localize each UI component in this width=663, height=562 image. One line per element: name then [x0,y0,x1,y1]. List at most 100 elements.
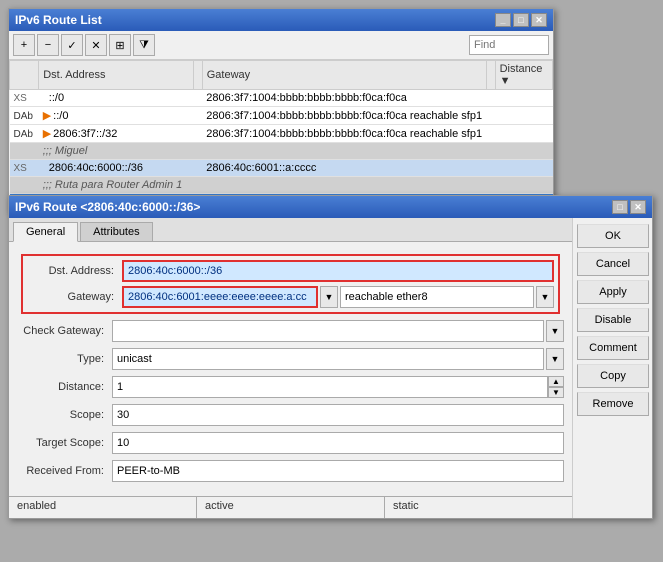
maximize-button[interactable]: □ [513,13,529,27]
detail-sidebar: OK Cancel Apply Disable Comment Copy Rem… [572,218,652,518]
tab-attributes[interactable]: Attributes [80,222,152,241]
remove-button[interactable]: Remove [577,392,649,416]
target-scope-label: Target Scope: [17,437,112,449]
received-from-input[interactable] [112,460,564,482]
col-gateway[interactable]: Gateway [202,61,486,90]
copy-button[interactable]: ⊞ [109,34,131,56]
distance-spin-down[interactable]: ▼ [548,387,564,398]
col-distance[interactable]: Distance ▼ [495,61,552,90]
col-sort-gw [486,61,495,90]
gateway-suffix-dropdown[interactable]: ▼ [536,286,554,308]
title-bar-buttons: _ □ ✕ [495,13,547,27]
row-flag: XS [10,90,39,107]
route-list-title: IPv6 Route List [15,13,102,27]
gateway-suffix-input[interactable] [340,286,534,308]
copy-button[interactable]: Copy [577,364,649,388]
type-row: Type: ▼ [17,348,564,370]
tabs: General Attributes [9,218,572,242]
add-button[interactable]: + [13,34,35,56]
type-input[interactable] [112,348,544,370]
received-from-label: Received From: [17,465,112,477]
gateway-input-group: ▼ ▼ [122,286,554,308]
col-flag [10,61,39,90]
col-dst[interactable]: Dst. Address [39,61,194,90]
comment-button[interactable]: Comment [577,336,649,360]
row-dst: ▶2806:3f7::/32 [39,125,194,143]
tab-general[interactable]: General [13,222,78,242]
table-row[interactable]: XS ::/0 2806:3f7:1004:bbbb:bbbb:bbbb:f0c… [10,90,553,107]
row-flag: DAb [10,125,39,143]
detail-close-button[interactable]: ✕ [630,200,646,214]
table-row[interactable]: DAb ▶2806:3f7::/32 2806:3f7:1004:bbbb:bb… [10,125,553,143]
dst-address-row: Dst. Address: [27,260,554,282]
row-gateway: 2806:3f7:1004:bbbb:bbbb:bbbb:f0ca:f0ca r… [202,107,486,125]
status-active: active [197,497,385,518]
detail-main: General Attributes Dst. Address: Gateway… [9,218,572,518]
find-input[interactable] [469,35,549,55]
type-label: Type: [17,353,112,365]
distance-spin-up[interactable]: ▲ [548,376,564,387]
route-table: Dst. Address Gateway Distance ▼ XS ::/0 … [9,60,553,212]
form-area: Dst. Address: Gateway: ▼ ▼ Ch [9,242,572,496]
received-from-row: Received From: [17,460,564,482]
gateway-row: Gateway: ▼ ▼ [27,286,554,308]
section-label: ;;; Miguel [39,143,553,160]
distance-spin-btns: ▲ ▼ [548,376,564,398]
table-row-section: ;;; Miguel [10,143,553,160]
check-button[interactable]: ✓ [61,34,83,56]
distance-spin-group: ▲ ▼ [112,376,564,398]
apply-button[interactable]: Apply [577,280,649,304]
status-bar: enabled active static [9,496,572,518]
filter-button[interactable]: ⧩ [133,34,155,56]
distance-label: Distance: [17,381,112,393]
type-dropdown[interactable]: ▼ [546,348,564,370]
detail-minimize-button[interactable]: □ [612,200,628,214]
target-scope-row: Target Scope: [17,432,564,454]
table-row[interactable]: XS 2806:40c:6000::/36 2806:40c:6001::a:c… [10,160,553,177]
toolbar: + − ✓ ✕ ⊞ ⧩ [9,31,553,60]
distance-row: Distance: ▲ ▼ [17,376,564,398]
route-list-window: IPv6 Route List _ □ ✕ + − ✓ ✕ ⊞ ⧩ Dst. A… [8,8,554,213]
required-fields-group: Dst. Address: Gateway: ▼ ▼ [21,254,560,314]
ok-button[interactable]: OK [577,224,649,248]
row-gateway: 2806:3f7:1004:bbbb:bbbb:bbbb:f0ca:f0ca r… [202,125,486,143]
status-static: static [385,497,572,518]
close-button[interactable]: ✕ [531,13,547,27]
col-sort-dst [193,61,202,90]
route-detail-window: IPv6 Route <2806:40c:6000::/36> □ ✕ Gene… [8,195,653,519]
row-flag: XS [10,160,39,177]
delete-button[interactable]: − [37,34,59,56]
row-gateway: 2806:40c:6001::a:cccc [202,160,486,177]
cancel-button[interactable]: Cancel [577,252,649,276]
row-gateway: 2806:3f7:1004:bbbb:bbbb:bbbb:f0ca:f0ca [202,90,486,107]
scope-row: Scope: [17,404,564,426]
row-dst: ::/0 [39,90,194,107]
row-distance [495,90,552,107]
row-flag: DAb [10,107,39,125]
gateway-input[interactable] [122,286,318,308]
gateway-label: Gateway: [27,291,122,303]
table-row-section: ;;; Ruta para Router Admin 1 [10,177,553,194]
disable-button[interactable]: Disable [577,308,649,332]
minimize-button[interactable]: _ [495,13,511,27]
table-row[interactable]: DAb ▶::/0 2806:3f7:1004:bbbb:bbbb:bbbb:f… [10,107,553,125]
route-list-title-bar: IPv6 Route List _ □ ✕ [9,9,553,31]
status-enabled: enabled [9,497,197,518]
check-gateway-label: Check Gateway: [17,325,112,337]
section-label: ;;; Ruta para Router Admin 1 [39,177,553,194]
gateway-dropdown-btn[interactable]: ▼ [320,286,338,308]
type-group: ▼ [112,348,564,370]
route-detail-title-bar: IPv6 Route <2806:40c:6000::/36> □ ✕ [9,196,652,218]
target-scope-input[interactable] [112,432,564,454]
scope-input[interactable] [112,404,564,426]
cross-button[interactable]: ✕ [85,34,107,56]
scope-label: Scope: [17,409,112,421]
route-table-container: Dst. Address Gateway Distance ▼ XS ::/0 … [9,60,553,212]
detail-title-bar-buttons: □ ✕ [612,200,646,214]
check-gateway-dropdown[interactable]: ▼ [546,320,564,342]
distance-input[interactable] [112,376,548,398]
dst-address-input[interactable] [122,260,554,282]
row-dst: 2806:40c:6000::/36 [39,160,194,177]
check-gateway-input[interactable] [112,320,544,342]
detail-content: General Attributes Dst. Address: Gateway… [9,218,652,518]
